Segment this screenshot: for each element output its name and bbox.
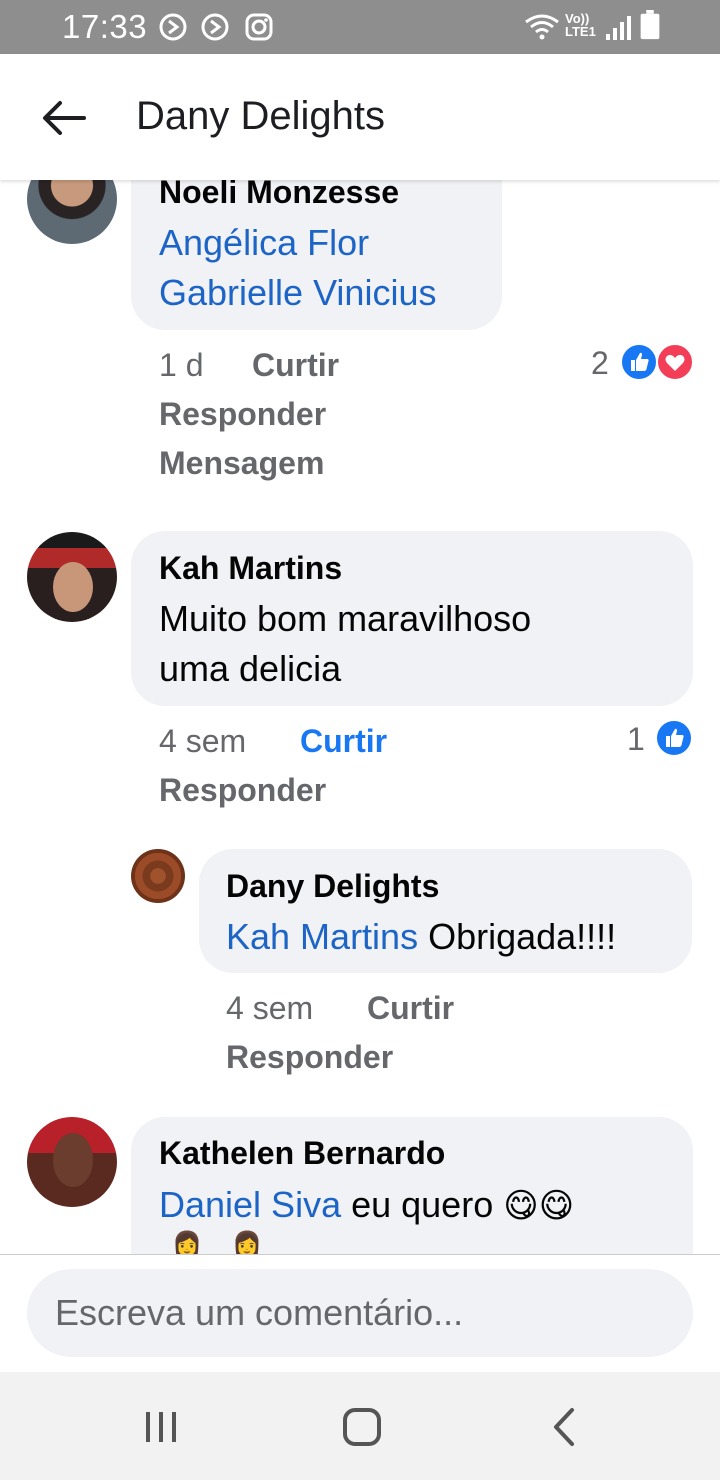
comment-text: Muito bom maravilhoso (159, 598, 532, 639)
comment-author[interactable]: Kah Martins (159, 550, 342, 587)
like-button[interactable]: Curtir (300, 723, 387, 760)
top-app-bar: Dany Delights (0, 54, 720, 180)
reply-button[interactable]: Responder (159, 772, 326, 809)
comments-list[interactable]: Noeli Monzesse Angélica Flor Gabrielle V… (0, 180, 720, 1254)
like-icon (655, 719, 693, 757)
system-nav-bar (0, 1372, 720, 1480)
comment-text: Kah Martins Obrigada!!!! (226, 916, 617, 957)
message-button[interactable]: Mensagem (159, 445, 324, 482)
reaction-count[interactable]: 1 (627, 721, 645, 758)
comment-time: 4 sem (226, 990, 314, 1026)
volte-icon: Vo)) LTE1 (565, 11, 596, 39)
arrow-left-icon[interactable] (40, 98, 86, 138)
mention-link[interactable]: Kah Martins (226, 916, 418, 957)
love-icon (656, 343, 694, 381)
back-chevron-icon[interactable] (540, 1402, 590, 1452)
comment-text: Daniel Siva eu quero 😋😋 (159, 1184, 575, 1226)
mention-link[interactable]: Angélica Flor (159, 222, 369, 264)
signal-icon (606, 16, 631, 40)
home-icon[interactable] (337, 1402, 387, 1452)
reply-button[interactable]: Responder (159, 396, 326, 433)
page-title: Dany Delights (136, 94, 386, 138)
recents-icon[interactable] (136, 1402, 186, 1452)
status-time: 17:33 (62, 8, 148, 45)
like-button[interactable]: Curtir (252, 347, 339, 384)
avatar[interactable] (27, 532, 117, 622)
battery-icon (640, 10, 660, 40)
instagram-icon (245, 13, 273, 41)
reaction-count[interactable]: 2 (591, 345, 609, 382)
comment-input[interactable] (27, 1269, 693, 1357)
status-bar: 17:33 Vo)) LTE1 (0, 0, 720, 54)
mention-link[interactable]: Daniel Siva (159, 1184, 341, 1225)
emoji: 😋 (503, 1186, 539, 1226)
comment-text: uma delicia (159, 648, 342, 689)
reply-button[interactable]: Responder (226, 1039, 393, 1076)
comment-time: 1 d (159, 347, 204, 383)
emoji: 😋 (538, 1186, 575, 1226)
comment-composer (0, 1254, 720, 1373)
wifi-icon (525, 14, 559, 40)
like-icon (620, 343, 658, 381)
emoji-line: 👩 👩 (172, 1230, 263, 1254)
comment-author[interactable]: Noeli Monzesse (159, 180, 399, 211)
comment-author[interactable]: Dany Delights (226, 868, 439, 905)
comment-time: 4 sem (159, 723, 247, 759)
avatar[interactable] (27, 1117, 117, 1207)
avatar[interactable] (131, 849, 185, 903)
comment-author[interactable]: Kathelen Bernardo (159, 1135, 445, 1172)
media-sync-icon (201, 13, 229, 41)
avatar[interactable] (27, 180, 117, 244)
like-button[interactable]: Curtir (367, 990, 454, 1027)
media-sync-icon (159, 13, 187, 41)
mention-link[interactable]: Gabrielle Vinicius (159, 272, 436, 314)
